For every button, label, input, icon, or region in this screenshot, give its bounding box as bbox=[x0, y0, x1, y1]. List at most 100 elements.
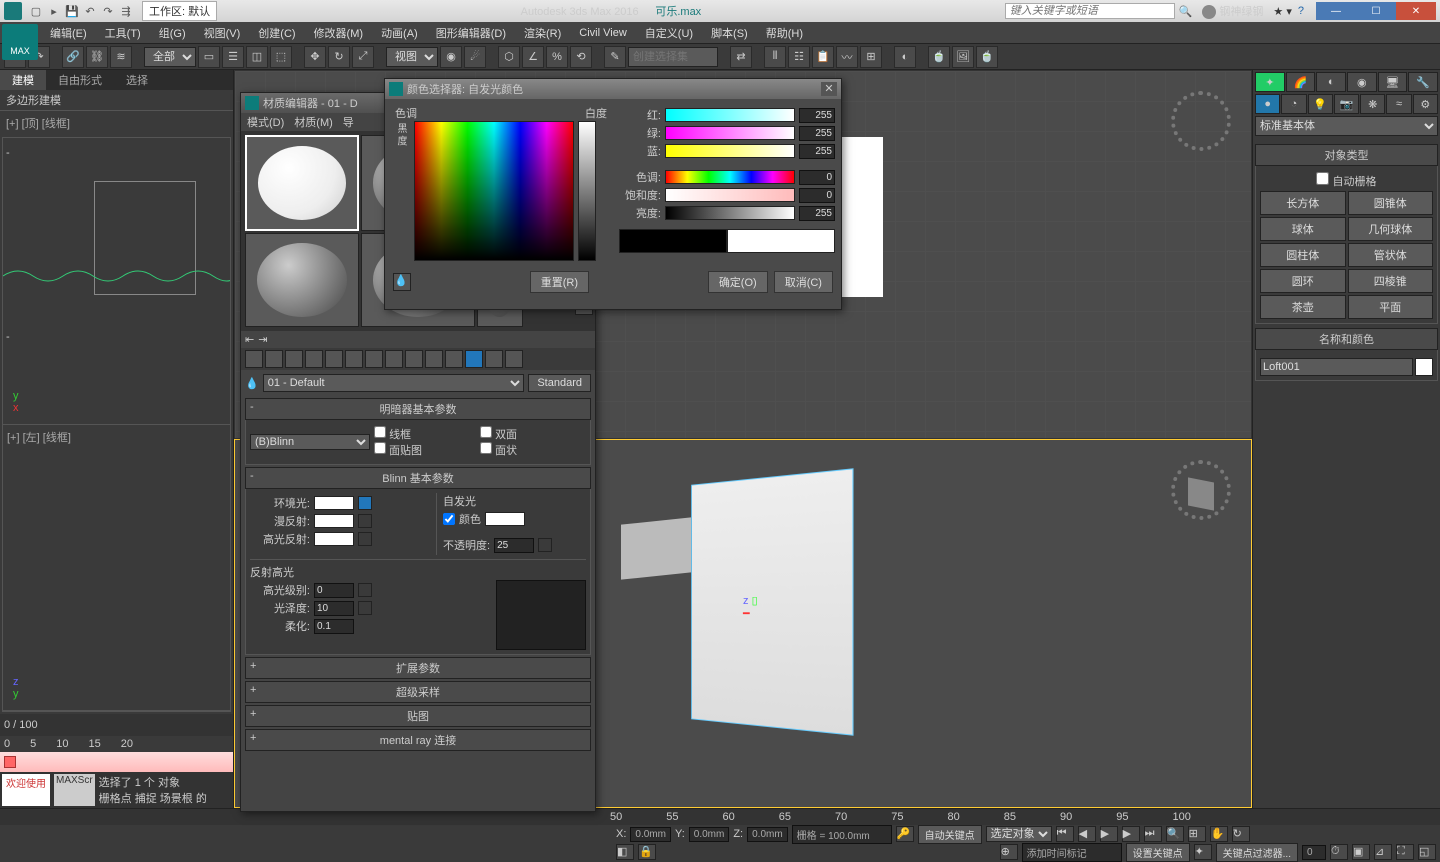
viewcube-icon[interactable] bbox=[1171, 91, 1231, 151]
named-selection-input[interactable] bbox=[628, 47, 718, 67]
link-icon[interactable]: 🔗 bbox=[62, 46, 84, 68]
eyedropper-icon[interactable]: 💧 bbox=[245, 377, 259, 390]
me-tbtn-icon[interactable] bbox=[325, 350, 343, 368]
menu-tools[interactable]: 工具(T) bbox=[105, 25, 141, 41]
blinn-params-header[interactable]: -Blinn 基本参数 bbox=[245, 467, 591, 489]
cat-helpers-icon[interactable]: ❋ bbox=[1360, 94, 1385, 114]
rotate-icon[interactable]: ↻ bbox=[328, 46, 350, 68]
blue-slider[interactable] bbox=[665, 144, 795, 158]
twosided-checkbox[interactable] bbox=[480, 426, 492, 438]
val-slider[interactable] bbox=[665, 206, 795, 220]
menu-create[interactable]: 创建(C) bbox=[258, 25, 295, 41]
help-icon[interactable]: ? bbox=[1298, 5, 1304, 17]
snap-percent-icon[interactable]: % bbox=[546, 46, 568, 68]
select-name-icon[interactable]: ☰ bbox=[222, 46, 244, 68]
red-input[interactable] bbox=[799, 108, 835, 123]
red-slider[interactable] bbox=[665, 108, 795, 122]
tab-modeling[interactable]: 建模 bbox=[0, 70, 46, 90]
close-button[interactable]: ✕ bbox=[1396, 2, 1436, 20]
me-tbtn-icon[interactable] bbox=[485, 350, 503, 368]
me-tbtn-icon[interactable] bbox=[345, 350, 363, 368]
faceted-checkbox[interactable] bbox=[480, 442, 492, 454]
btn-cylinder[interactable]: 圆柱体 bbox=[1260, 243, 1346, 267]
menu-views[interactable]: 视图(V) bbox=[204, 25, 241, 41]
opacity-map-button[interactable] bbox=[538, 538, 552, 552]
hue-slider[interactable] bbox=[665, 170, 795, 184]
autokey-button[interactable]: 自动关键点 bbox=[918, 825, 982, 844]
scale-icon[interactable]: ⤢ bbox=[352, 46, 374, 68]
nav-pan-icon[interactable]: ✋ bbox=[1210, 826, 1228, 842]
render-icon[interactable]: 🍵 bbox=[976, 46, 998, 68]
edit-named-sel-icon[interactable]: ✎ bbox=[604, 46, 626, 68]
autogrid-checkbox[interactable] bbox=[1316, 172, 1329, 185]
selfillum-color-checkbox[interactable] bbox=[443, 513, 455, 525]
render-setup-icon[interactable]: 🍵 bbox=[928, 46, 950, 68]
cp-eyedropper-icon[interactable]: 💧 bbox=[393, 273, 411, 291]
opacity-spinner[interactable] bbox=[494, 538, 534, 553]
me-menu-nav[interactable]: 导 bbox=[343, 114, 354, 130]
gloss-spinner[interactable] bbox=[314, 601, 354, 616]
menu-civilview[interactable]: Civil View bbox=[579, 27, 626, 39]
unlink-icon[interactable]: ⛓ bbox=[86, 46, 108, 68]
btn-box[interactable]: 长方体 bbox=[1260, 191, 1346, 215]
time-tag-input[interactable]: 添加时间标记 bbox=[1022, 843, 1122, 862]
qat-redo-icon[interactable]: ↷ bbox=[100, 3, 116, 19]
favorites-icon[interactable]: ★ ▾ bbox=[1273, 5, 1291, 18]
coord-z-input[interactable]: 0.0mm bbox=[747, 827, 788, 842]
layers-icon[interactable]: ☷ bbox=[788, 46, 810, 68]
play-icon[interactable]: ▶ bbox=[1100, 826, 1118, 842]
speclevel-spinner[interactable] bbox=[314, 583, 354, 598]
nav-maximize-icon[interactable]: ⛶ bbox=[1396, 844, 1414, 860]
viewport-top[interactable]: yx bbox=[3, 138, 230, 425]
user-account[interactable]: 钢神绿钢 bbox=[1202, 3, 1263, 19]
rollout-mentalray[interactable]: +mental ray 连接 bbox=[245, 729, 591, 751]
material-editor-icon[interactable]: ◐ bbox=[894, 46, 916, 68]
cp-reset-button[interactable]: 重置(R) bbox=[530, 271, 589, 293]
ambient-swatch[interactable] bbox=[314, 496, 354, 510]
val-input[interactable] bbox=[799, 206, 835, 221]
menu-rendering[interactable]: 渲染(R) bbox=[524, 25, 561, 41]
me-tbtn-icon[interactable] bbox=[305, 350, 323, 368]
selfillum-swatch[interactable] bbox=[485, 512, 525, 526]
nav-orbit-icon[interactable]: ↻ bbox=[1232, 826, 1250, 842]
me-tbtn-icon[interactable] bbox=[365, 350, 383, 368]
ambient-lock-icon[interactable] bbox=[358, 496, 372, 510]
menu-help[interactable]: 帮助(H) bbox=[766, 25, 803, 41]
btn-tube[interactable]: 管状体 bbox=[1348, 243, 1434, 267]
rollout-extended[interactable]: +扩展参数 bbox=[245, 657, 591, 679]
green-input[interactable] bbox=[799, 126, 835, 141]
rollout-supersampling[interactable]: +超级采样 bbox=[245, 681, 591, 703]
pivot-icon[interactable]: ◉ bbox=[440, 46, 462, 68]
me-menu-material[interactable]: 材质(M) bbox=[294, 114, 333, 130]
material-slot[interactable] bbox=[245, 233, 359, 327]
menu-group[interactable]: 组(G) bbox=[159, 25, 186, 41]
green-slider[interactable] bbox=[665, 126, 795, 140]
btn-torus[interactable]: 圆环 bbox=[1260, 269, 1346, 293]
snap-2d-icon[interactable]: ⬡ bbox=[498, 46, 520, 68]
rollout-maps[interactable]: +贴图 bbox=[245, 705, 591, 727]
cp-ok-button[interactable]: 确定(O) bbox=[708, 271, 768, 293]
cp-close-button[interactable]: ✕ bbox=[821, 82, 837, 96]
next-frame-icon[interactable]: ▶ bbox=[1122, 826, 1140, 842]
coord-y-input[interactable]: 0.0mm bbox=[689, 827, 730, 842]
layer-explorer-icon[interactable]: 📋 bbox=[812, 46, 834, 68]
menu-edit[interactable]: 编辑(E) bbox=[50, 25, 87, 41]
ref-coord-dropdown[interactable]: 视图 bbox=[386, 47, 438, 67]
workspace-dropdown[interactable]: 工作区: 默认 bbox=[142, 1, 217, 21]
coord-x-input[interactable]: 0.0mm bbox=[630, 827, 671, 842]
hue-input[interactable] bbox=[799, 170, 835, 185]
old-color-swatch[interactable] bbox=[619, 229, 727, 253]
nav-minmax-icon[interactable]: ◱ bbox=[1418, 844, 1436, 860]
qat-link-icon[interactable]: ⇶ bbox=[118, 3, 134, 19]
tab-display-icon[interactable]: 🖥 bbox=[1378, 72, 1408, 92]
align-icon[interactable]: ⫴ bbox=[764, 46, 786, 68]
shader-params-header[interactable]: -明暗器基本参数 bbox=[245, 398, 591, 420]
cat-spacewarps-icon[interactable]: ≈ bbox=[1386, 94, 1411, 114]
window-crossing-icon[interactable]: ⬚ bbox=[270, 46, 292, 68]
me-tbtn-icon[interactable] bbox=[445, 350, 463, 368]
me-tbtn-icon[interactable] bbox=[425, 350, 443, 368]
tab-select[interactable]: 选择 bbox=[114, 70, 160, 90]
me-tbtn-icon[interactable] bbox=[405, 350, 423, 368]
render-frame-icon[interactable]: 🖼 bbox=[952, 46, 974, 68]
tab-motion-icon[interactable]: ◉ bbox=[1347, 72, 1377, 92]
